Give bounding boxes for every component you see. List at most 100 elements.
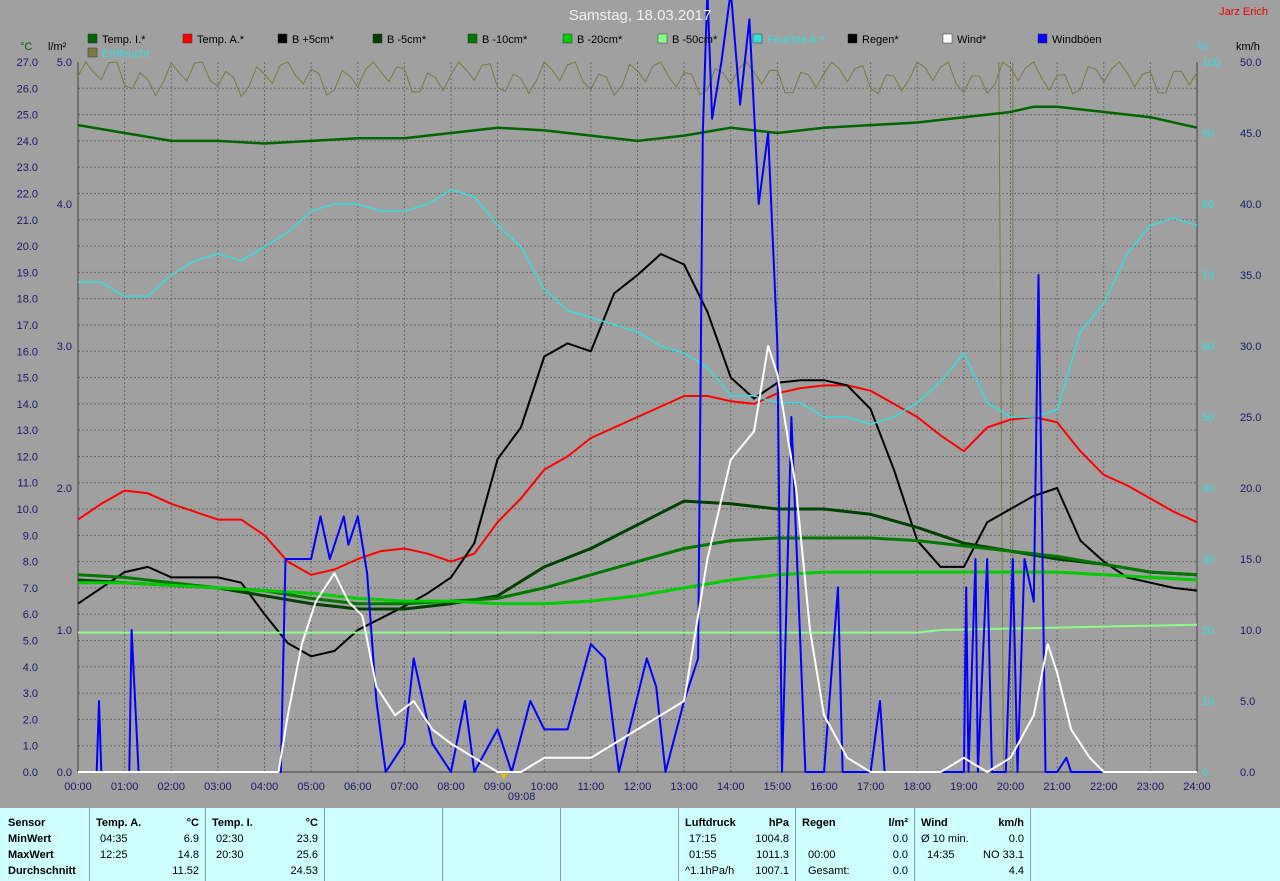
- temp-a-max-time: 12:25: [100, 849, 128, 861]
- x-tick-label: 12:00: [624, 781, 652, 793]
- temp-tick-label: 9.0: [23, 530, 38, 542]
- legend-label: B -20cm*: [577, 34, 623, 46]
- wind-unit-label: km/h: [1236, 41, 1260, 53]
- row-label-avg: Durchschnitt: [8, 865, 76, 877]
- x-tick-label: 17:00: [857, 781, 885, 793]
- rain-tick-label: 0.0: [57, 767, 72, 779]
- x-tick-label: 16:00: [810, 781, 838, 793]
- temp-i-max-val: 25.6: [296, 849, 318, 861]
- time-marker-label: 09:08: [508, 791, 536, 803]
- humidity-tick-label: 70: [1202, 270, 1214, 282]
- wind-tick-label: 35.0: [1240, 270, 1261, 282]
- temp-unit-label: °C: [20, 41, 32, 53]
- x-tick-label: 24:00: [1183, 781, 1211, 793]
- wind-tick-label: 25.0: [1240, 412, 1261, 424]
- humidity-tick-label: 30: [1202, 554, 1214, 566]
- x-tick-label: 23:00: [1137, 781, 1165, 793]
- wind-unit: km/h: [998, 817, 1024, 829]
- rain-unit-label: l/m²: [48, 41, 67, 53]
- x-tick-label: 04:00: [251, 781, 279, 793]
- col-rain: Regen l/m² 0.0 00:00 0.0 Gesamt: 0.0: [795, 808, 914, 881]
- temp-tick-label: 22.0: [17, 188, 38, 200]
- temp-tick-label: 7.0: [23, 583, 38, 595]
- legend-label: B -10cm*: [482, 34, 528, 46]
- wind-tick-label: 10.0: [1240, 625, 1261, 637]
- temp-a-avg: 11.52: [172, 865, 199, 877]
- wind-tick-label: 40.0: [1240, 199, 1261, 211]
- time-marker-icon: [500, 774, 507, 780]
- x-tick-label: 01:00: [111, 781, 139, 793]
- temp-tick-label: 0.0: [23, 767, 38, 779]
- legend-label: Erdfeucht: [102, 48, 149, 60]
- rain-unit: l/m²: [888, 817, 908, 829]
- rain-tick-label: 3.0: [57, 341, 72, 353]
- wind-header: Wind: [921, 817, 948, 829]
- pressure-max-time: 01:55: [689, 849, 717, 861]
- temp-i-min-time: 02:30: [216, 833, 244, 845]
- legend-swatch: [657, 33, 668, 44]
- rain-tick-label: 5.0: [57, 57, 72, 69]
- temp-tick-label: 16.0: [17, 346, 38, 358]
- wind-tick-label: 30.0: [1240, 341, 1261, 353]
- legend-label: Temp. A.*: [197, 34, 245, 46]
- x-tick-label: 00:00: [64, 781, 92, 793]
- humidity-tick-label: 10: [1202, 696, 1214, 708]
- temp-tick-label: 1.0: [23, 741, 38, 753]
- weather-chart: 0.0 1.0 2.0 3.0 4.0 5.0 6.0 7.0 8.0 9.0 10.0 11.0 12…: [17, 0, 1261, 803]
- temp-tick-label: 18.0: [17, 294, 38, 306]
- col-end: [1030, 808, 1032, 881]
- humidity-tick-label: 90: [1202, 128, 1214, 140]
- legend-label: Feuchte A.*: [767, 34, 825, 46]
- legend-label: B -50cm*: [672, 34, 718, 46]
- temp-tick-label: 5.0: [23, 636, 38, 648]
- rain-total-label: Gesamt:: [808, 865, 850, 877]
- legend-swatch: [942, 33, 953, 44]
- pressure-max-val: 1011.3: [756, 849, 789, 861]
- temp-tick-label: 4.0: [23, 662, 38, 674]
- temp-tick-label: 21.0: [17, 215, 38, 227]
- temp-tick-label: 13.0: [17, 425, 38, 437]
- temp-tick-label: 6.0: [23, 609, 38, 621]
- temp-tick-label: 2.0: [23, 714, 38, 726]
- pressure-current: 1007.1: [755, 865, 789, 877]
- temp-tick-label: 10.0: [17, 504, 38, 516]
- legend-label: B -5cm*: [387, 34, 427, 46]
- temp-i-min-val: 23.9: [296, 833, 318, 845]
- legend-label: Regen*: [862, 34, 899, 46]
- row-label-max: MaxWert: [8, 849, 54, 861]
- rain-tick-label: 4.0: [57, 199, 72, 211]
- legend-label: Wind*: [957, 34, 987, 46]
- temp-a-unit: °C: [186, 817, 199, 829]
- wind-tick-label: 0.0: [1240, 767, 1255, 779]
- x-tick-label: 20:00: [997, 781, 1025, 793]
- legend-swatch: [372, 33, 383, 44]
- rain-top-val: 0.0: [892, 833, 908, 845]
- humidity-tick-label: 20: [1202, 625, 1214, 637]
- wind-tick-label: 15.0: [1240, 554, 1261, 566]
- col-empty-2: [442, 808, 560, 881]
- x-tick-label: 03:00: [204, 781, 232, 793]
- pressure-min-val: 1004.8: [755, 833, 789, 845]
- legend-swatch: [752, 33, 763, 44]
- sensor-header: Sensor: [8, 817, 46, 829]
- temp-tick-label: 25.0: [17, 110, 38, 122]
- temp-tick-label: 26.0: [17, 83, 38, 95]
- legend-swatch: [467, 33, 478, 44]
- x-tick-label: 18:00: [903, 781, 931, 793]
- legend-swatch: [1037, 33, 1048, 44]
- temp-tick-label: 20.0: [17, 241, 38, 253]
- temp-i-unit: °C: [305, 817, 318, 829]
- x-tick-label: 02:00: [157, 781, 185, 793]
- temp-tick-label: 11.0: [17, 478, 38, 490]
- pressure-trend: ^1.1hPa/h: [685, 865, 735, 877]
- temp-i-max-time: 20:30: [216, 849, 244, 861]
- legend-swatch: [847, 33, 858, 44]
- rain-tick-label: 1.0: [57, 625, 72, 637]
- col-wind: Wind km/h Ø 10 min. 0.0 14:35 NO 33.1 4.…: [914, 808, 1030, 881]
- wind-avg-label: Ø 10 min.: [921, 833, 969, 845]
- col-empty-1: [324, 808, 442, 881]
- temp-tick-label: 23.0: [17, 162, 38, 174]
- legend-swatch: [87, 47, 98, 58]
- x-tick-label: 15:00: [764, 781, 792, 793]
- humidity-tick-label: 40: [1202, 483, 1214, 495]
